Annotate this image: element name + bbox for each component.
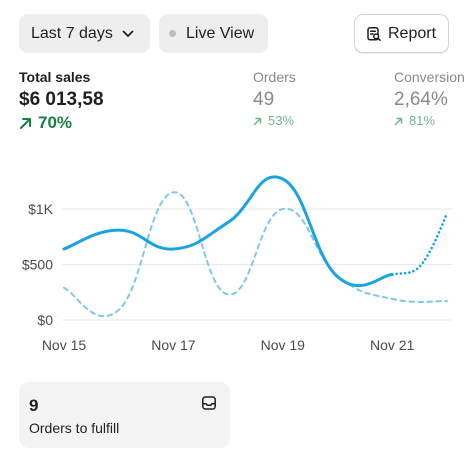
arrow-up-right-icon bbox=[394, 117, 403, 125]
metric-change-value: 70% bbox=[38, 113, 73, 132]
inbox-icon bbox=[201, 395, 217, 411]
sales-series-projection-line bbox=[390, 212, 449, 276]
orders-count: 9 bbox=[29, 396, 39, 415]
live-view-button[interactable]: Live View bbox=[159, 14, 268, 53]
metric-label: Total sales bbox=[19, 69, 91, 85]
metric-change: 53% bbox=[253, 113, 296, 129]
orders-to-fulfill-label: Orders to fulfill bbox=[29, 420, 120, 436]
date-range-button[interactable]: Last 7 days bbox=[19, 14, 150, 53]
x-tick-label: Nov 21 bbox=[370, 337, 415, 353]
metric-label: Conversion bbox=[394, 69, 465, 85]
sales-chart[interactable]: $0 $500 $1K Nov 15 Nov 17 Nov 19 Nov 21 bbox=[0, 175, 468, 365]
x-tick-label: Nov 19 bbox=[261, 337, 306, 353]
y-tick-label: $0 bbox=[37, 312, 53, 328]
live-view-label: Live View bbox=[186, 24, 255, 42]
arrow-up-right-icon bbox=[253, 117, 262, 125]
x-tick-label: Nov 17 bbox=[151, 337, 196, 353]
y-tick-label: $1K bbox=[28, 201, 54, 217]
x-tick-label: Nov 15 bbox=[42, 337, 87, 353]
metric-value: $6 013,58 bbox=[19, 89, 104, 110]
y-tick-label: $500 bbox=[22, 257, 53, 273]
report-label: Report bbox=[388, 24, 437, 42]
metric-change: 81% bbox=[394, 113, 468, 129]
metric-change: 70% bbox=[19, 113, 104, 133]
report-button[interactable]: Report bbox=[354, 14, 449, 53]
metric-change-value: 81% bbox=[409, 113, 436, 128]
metric-label: Orders bbox=[253, 69, 296, 85]
metric-value: 2,64% bbox=[394, 89, 448, 110]
metric-change-value: 53% bbox=[268, 113, 295, 128]
chevron-down-icon bbox=[122, 30, 134, 38]
metric-total-sales[interactable]: Total sales $6 013,58 70% bbox=[19, 68, 104, 133]
metric-conversion[interactable]: Conversion 2,64% 81% bbox=[394, 68, 468, 129]
status-dot-icon bbox=[169, 30, 176, 37]
metric-orders[interactable]: Orders 49 53% bbox=[253, 68, 296, 129]
sales-chart-svg: $0 $500 $1K Nov 15 Nov 17 Nov 19 Nov 21 bbox=[22, 175, 452, 353]
report-icon bbox=[366, 26, 382, 42]
sales-series-line bbox=[62, 175, 394, 288]
orders-to-fulfill-card[interactable]: 9 Orders to fulfill bbox=[19, 382, 230, 448]
comparison-series-line bbox=[63, 191, 448, 318]
metric-value: 49 bbox=[253, 89, 275, 110]
arrow-up-right-icon bbox=[20, 117, 31, 129]
toolbar: Last 7 days Live View Report bbox=[0, 0, 468, 60]
date-range-label: Last 7 days bbox=[31, 24, 113, 42]
